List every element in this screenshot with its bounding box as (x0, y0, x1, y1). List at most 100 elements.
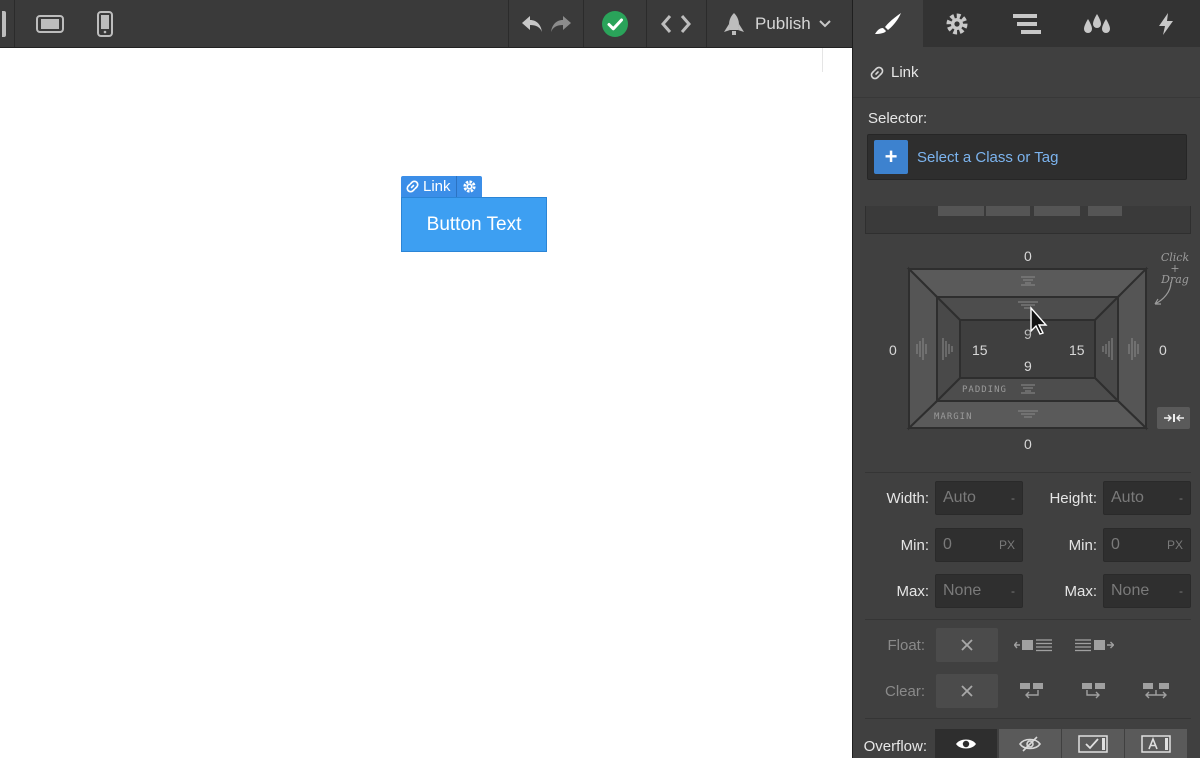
max-height-label: Max: (1064, 583, 1097, 600)
link-icon (406, 180, 419, 193)
swatches-icon (1083, 13, 1110, 33)
margin-bottom-value[interactable]: 0 (1024, 436, 1032, 452)
publish-label: Publish (755, 13, 811, 33)
click-drag-hint: Click + Drag (1160, 251, 1190, 286)
clear-both-button[interactable] (1125, 674, 1187, 708)
width-input[interactable]: Auto - (935, 481, 1023, 515)
float-none-button[interactable] (936, 628, 998, 662)
overflow-visible-button[interactable] (935, 729, 997, 758)
selected-element-row: Link (853, 48, 1200, 98)
tablet-landscape-icon (36, 14, 64, 33)
plus-icon: + (884, 144, 898, 169)
min-height-input[interactable]: 0 PX (1103, 528, 1191, 562)
undo-icon (522, 15, 542, 32)
element-type-label: Link (891, 64, 919, 81)
clear-both-icon (1143, 683, 1169, 699)
clear-none-button[interactable] (936, 674, 998, 708)
selector-input[interactable]: + Select a Class or Tag (867, 134, 1187, 180)
status-check-button[interactable] (584, 0, 646, 47)
x-icon (961, 639, 973, 651)
clear-left-button[interactable] (1001, 674, 1063, 708)
selected-element-tag[interactable]: Link (401, 176, 482, 197)
selector-placeholder: Select a Class or Tag (917, 148, 1059, 166)
margin-label: MARGIN (934, 412, 973, 422)
auto-text-icon (1141, 734, 1171, 753)
desktop-view-button[interactable] (0, 0, 8, 47)
code-export-button[interactable] (647, 0, 705, 47)
padding-top-value[interactable]: 9 (1024, 326, 1032, 342)
tab-interactions[interactable] (1131, 0, 1200, 47)
float-right-button[interactable] (1063, 628, 1125, 662)
add-class-button[interactable]: + (874, 140, 908, 174)
float-label: Float: (887, 637, 925, 654)
chevron-down-icon (819, 19, 831, 27)
overflow-label: Overflow: (863, 738, 927, 755)
gear-icon (462, 180, 476, 193)
max-width-label: Max: (896, 583, 929, 600)
overflow-hidden-button[interactable] (999, 729, 1061, 758)
tab-swatches[interactable] (1062, 0, 1132, 47)
undo-button[interactable] (518, 0, 546, 47)
max-height-unit-select[interactable]: - (1179, 584, 1183, 598)
eye-icon (956, 739, 976, 748)
min-width-label: Min: (900, 537, 929, 554)
margin-collapse-button[interactable] (1157, 407, 1190, 429)
overflow-scroll-button[interactable] (1062, 729, 1124, 758)
float-right-icon (1075, 639, 1114, 652)
max-height-input[interactable]: None - (1103, 574, 1191, 608)
rocket-icon (724, 12, 744, 35)
phone-view-button[interactable] (85, 0, 125, 47)
style-panel: Link Selector: + Select a Class or Tag 0… (852, 0, 1200, 758)
width-label: Width: (886, 490, 929, 507)
link-icon (870, 66, 884, 79)
padding-bottom-value[interactable]: 9 (1024, 358, 1032, 374)
min-height-label: Min: (1068, 537, 1097, 554)
margin-right-value[interactable]: 0 (1159, 342, 1167, 358)
design-canvas[interactable] (0, 48, 852, 758)
height-label: Height: (1049, 490, 1097, 507)
overflow-auto-button[interactable] (1125, 729, 1187, 758)
clear-label: Clear: (884, 683, 925, 700)
width-unit-select[interactable]: - (1011, 491, 1015, 505)
interactions-bolt-icon (1159, 12, 1174, 35)
desktop-view-icon (2, 10, 6, 37)
padding-label: PADDING (962, 385, 1007, 395)
publish-button[interactable]: Publish (707, 0, 852, 47)
float-left-button[interactable] (1003, 628, 1065, 662)
margin-top-value[interactable]: 0 (1024, 248, 1032, 264)
collapse-arrows-icon (1163, 414, 1184, 422)
float-left-icon (1014, 639, 1052, 652)
min-width-unit-select[interactable]: PX (999, 538, 1015, 552)
height-input[interactable]: Auto - (1103, 481, 1191, 515)
max-width-input[interactable]: None - (935, 574, 1023, 608)
clear-left-icon (1020, 683, 1043, 699)
navigator-icon (1012, 13, 1041, 34)
tablet-landscape-button[interactable] (15, 0, 85, 47)
redo-button[interactable] (546, 0, 576, 47)
tab-navigator[interactable] (992, 0, 1062, 47)
tab-style[interactable] (853, 0, 923, 47)
canvas-button-element[interactable]: Button Text (401, 197, 547, 252)
selected-element-name: Link (423, 178, 451, 195)
scrolled-section-remnant (865, 206, 1191, 234)
padding-right-value[interactable]: 15 (1069, 342, 1085, 358)
min-height-unit-select[interactable]: PX (1167, 538, 1183, 552)
style-brush-icon (874, 12, 901, 34)
selected-element-label: Link (401, 176, 457, 197)
phone-icon (97, 10, 113, 37)
x-icon (961, 685, 973, 697)
min-width-input[interactable]: 0 PX (935, 528, 1023, 562)
panel-tabs (853, 0, 1200, 47)
selector-label: Selector: (868, 110, 928, 127)
check-icon (602, 10, 628, 37)
code-icon (661, 14, 691, 33)
padding-left-value[interactable]: 15 (972, 342, 988, 358)
max-width-unit-select[interactable]: - (1011, 584, 1015, 598)
margin-left-value[interactable]: 0 (889, 342, 897, 358)
tab-settings[interactable] (923, 0, 993, 47)
element-settings-button[interactable] (457, 176, 482, 197)
clear-right-button[interactable] (1063, 674, 1125, 708)
clear-right-icon (1082, 683, 1105, 699)
height-unit-select[interactable]: - (1179, 491, 1183, 505)
settings-gear-icon (946, 13, 968, 34)
